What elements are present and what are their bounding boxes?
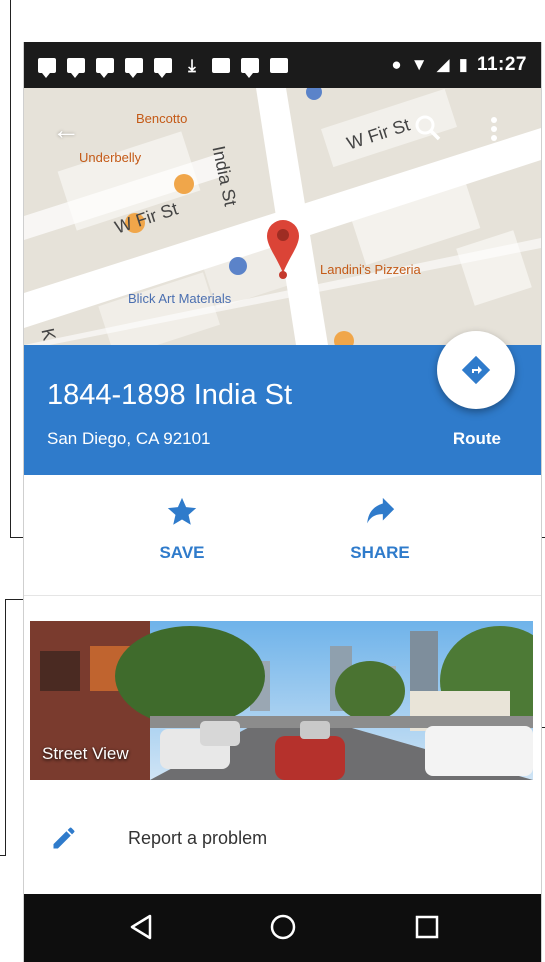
gmail-notification-icon — [270, 57, 288, 73]
status-time: 11:27 — [476, 54, 527, 75]
chat-notification-icon — [38, 57, 56, 78]
message-notification-icon — [125, 57, 143, 78]
callout-line-streetview-vertical — [5, 599, 6, 855]
callout-line-left-vertical — [10, 0, 11, 537]
map-label-blick[interactable]: Blick Art Materials — [128, 291, 231, 306]
nav-recents-icon[interactable] — [412, 912, 442, 947]
back-arrow-icon[interactable]: ← — [52, 114, 80, 146]
image-notification-icon — [212, 57, 230, 73]
notification-icons: ⤓ — [24, 55, 288, 78]
map-label-landinis[interactable]: Landini's Pizzeria — [320, 262, 421, 277]
report-problem-label: Report a problem — [128, 828, 268, 848]
nav-back-icon[interactable] — [126, 912, 156, 947]
signal-icon: ◢ — [436, 55, 450, 74]
directions-icon — [461, 355, 491, 385]
share-button[interactable]: SHARE — [320, 495, 440, 563]
phone-screen: ⤓ ● ▼ ◢ ▮ 11:27 Bencotto Underbelly Indi… — [23, 42, 542, 962]
wifi-icon: ▼ — [410, 55, 428, 74]
map-label-bencotto[interactable]: Bencotto — [136, 111, 187, 126]
message-notification-icon — [96, 57, 114, 78]
place-address: 1844-1898 India St — [47, 379, 293, 411]
map-canvas — [24, 88, 541, 345]
street-view-thumbnail[interactable]: Street View — [30, 621, 533, 780]
share-arrow-icon — [320, 495, 440, 529]
location-icon: ● — [391, 55, 402, 74]
directions-button[interactable] — [437, 331, 515, 409]
hangouts-notification-icon — [241, 57, 259, 78]
route-label[interactable]: Route — [453, 429, 501, 449]
pencil-icon — [50, 824, 78, 857]
nav-home-icon[interactable] — [268, 912, 298, 947]
map-view[interactable]: Bencotto Underbelly India St W Fir St W … — [24, 88, 541, 345]
message-notification-icon — [154, 57, 172, 78]
star-icon — [122, 495, 242, 529]
section-divider — [24, 595, 541, 596]
callout-line-streetview-bottom — [0, 855, 6, 856]
message-notification-icon — [67, 57, 85, 78]
save-label: SAVE — [159, 543, 205, 562]
share-label: SHARE — [350, 543, 410, 562]
place-city: San Diego, CA 92101 — [47, 429, 211, 448]
save-button[interactable]: SAVE — [122, 495, 242, 563]
battery-icon: ▮ — [458, 55, 468, 74]
status-right: ● ▼ ◢ ▮ 11:27 — [391, 42, 527, 88]
report-problem-row[interactable]: Report a problem — [24, 802, 541, 874]
download-icon: ⤓ — [188, 55, 196, 75]
system-nav-bar — [24, 894, 541, 962]
place-actions: SAVE SHARE — [24, 475, 541, 595]
status-bar: ⤓ ● ▼ ◢ ▮ 11:27 — [24, 42, 541, 88]
street-view-label: Street View — [42, 744, 129, 763]
map-label-underbelly[interactable]: Underbelly — [79, 150, 141, 165]
